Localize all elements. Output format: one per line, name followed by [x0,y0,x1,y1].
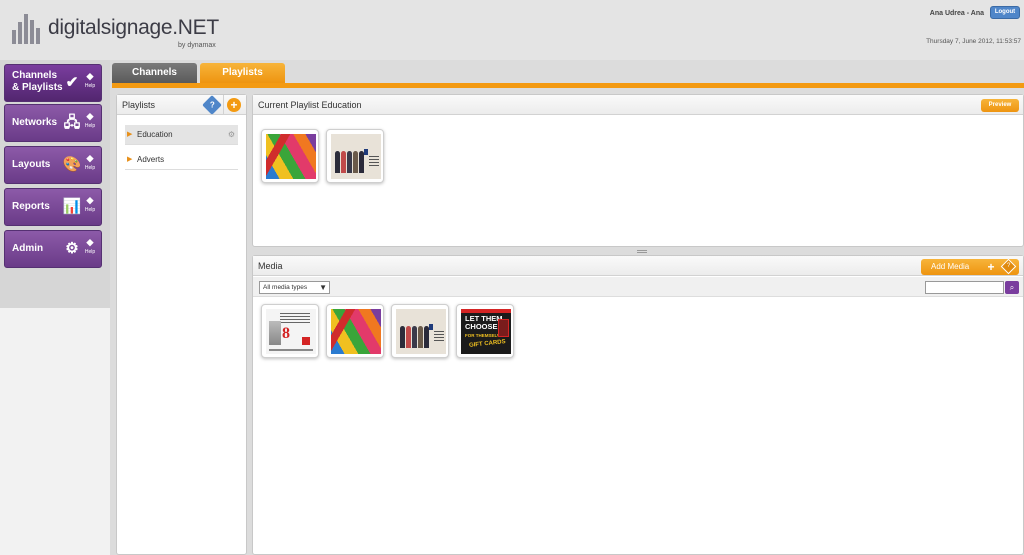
tab-underline [112,83,1024,88]
media-type-select[interactable]: All media types ▼ [259,281,330,294]
help-icon[interactable]: ◆ Help [83,237,97,257]
media-thumb[interactable] [391,304,449,358]
students-image [331,134,381,179]
nav-item-label: Layouts [12,159,51,170]
logout-button[interactable]: Logout [990,6,1020,19]
media-title: Media [258,261,283,271]
help-icon[interactable]: ? [1000,258,1017,275]
playlists-panel: Playlists ? + ▶ Education ⚙ ▶ Adverts [116,94,247,555]
gear-icon: ⚙ [65,240,79,257]
media-panel-header: Media [253,256,1023,276]
main-nav: Channels & Playlists ✔ ◆ Help Networks 🖧 ◆… [0,60,110,555]
nav-item-channels-playlists[interactable]: Channels & Playlists ✔ ◆ Help [4,64,102,102]
nav-item-label: Channels & Playlists [12,70,63,93]
channels-icon: ✔ [65,74,79,91]
current-playlist-panel: Current Playlist Education Preview [252,94,1024,247]
help-icon[interactable]: ◆ Help [83,111,97,131]
playlist-item-label: Education [137,130,173,139]
help-icon[interactable]: ◆ Help [83,153,97,173]
user-name: Ana Udrea - Ana [929,10,984,17]
students-image [396,309,446,354]
panel-resize-handle[interactable] [637,250,647,253]
network-icon: 🖧 [63,114,81,131]
plus-icon: + [987,260,995,274]
nav-item-networks[interactable]: Networks 🖧 ◆ Help [4,104,102,142]
media-thumb[interactable]: LET THEM CHOOSE FOR THEMSELVES GIFT CARDS [456,304,514,358]
playlist-item-education[interactable]: ▶ Education ⚙ [125,125,238,145]
nav-item-admin[interactable]: Admin ⚙ ◆ Help [4,230,102,268]
playlists-title: Playlists [122,100,156,110]
brand-sub: by dynamax [178,42,216,49]
media-search-input[interactable] [925,281,1004,294]
nav-item-layouts[interactable]: Layouts 🎨 ◆ Help [4,146,102,184]
nav-item-label: Networks [12,117,58,128]
preview-button[interactable]: Preview [981,99,1019,112]
help-icon[interactable]: ◆ Help [83,195,97,215]
playlist-media-thumb[interactable] [326,129,384,183]
current-playlist-title: Current Playlist Education [258,100,362,110]
playlist-media-thumb[interactable] [261,129,319,183]
playlist-item-adverts[interactable]: ▶ Adverts [125,150,238,170]
caret-right-icon: ▶ [127,131,133,138]
app-header: digitalsignage.NET by dynamax Ana Udrea … [0,0,1024,60]
add-playlist-button[interactable]: + [227,98,241,112]
logo-mark-icon [12,10,48,44]
add-media-button[interactable]: Add Media + ? [921,258,1019,275]
gear-icon[interactable]: ⚙ [228,125,235,145]
brand-name: digitalsignage.NET [48,16,219,39]
layouts-icon: 🎨 [62,156,82,173]
colorful-image [266,134,316,179]
ad-headline: LET THEM CHOOSE [465,314,503,331]
media-type-value: All media types [263,284,308,291]
gift-card-ad-image: LET THEM CHOOSE FOR THEMSELVES GIFT CARDS [461,309,511,354]
sale-flyer-image: 8 [266,309,316,354]
media-panel: Media Add Media + ? All media types ▼ ⌕ … [252,255,1024,555]
nav-item-label: Admin [12,243,44,254]
colorful-image [331,309,381,354]
caret-right-icon: ▶ [127,156,133,163]
playlist-item-label: Adverts [137,155,165,164]
help-icon[interactable]: ◆ Help [83,71,97,91]
reports-icon: 📊 [62,198,82,215]
current-playlist-header: Current Playlist Education [253,95,1023,115]
dropdown-arrow-icon: ▼ [319,283,327,292]
add-media-label: Add Media [931,262,970,271]
media-toolbar: All media types ▼ ⌕ [253,277,1023,297]
nav-item-label: Reports [12,201,50,212]
header-divider [223,95,224,115]
media-thumb[interactable]: 8 [261,304,319,358]
current-datetime: Thursday 7, June 2012, 11:53:57 [926,38,1021,45]
nav-item-reports[interactable]: Reports 📊 ◆ Help [4,188,102,226]
media-thumb[interactable] [326,304,384,358]
tab-playlists[interactable]: Playlists [200,63,285,83]
tab-channels[interactable]: Channels [112,63,197,83]
nav-spacer [0,308,110,555]
search-icon[interactable]: ⌕ [1005,281,1019,294]
